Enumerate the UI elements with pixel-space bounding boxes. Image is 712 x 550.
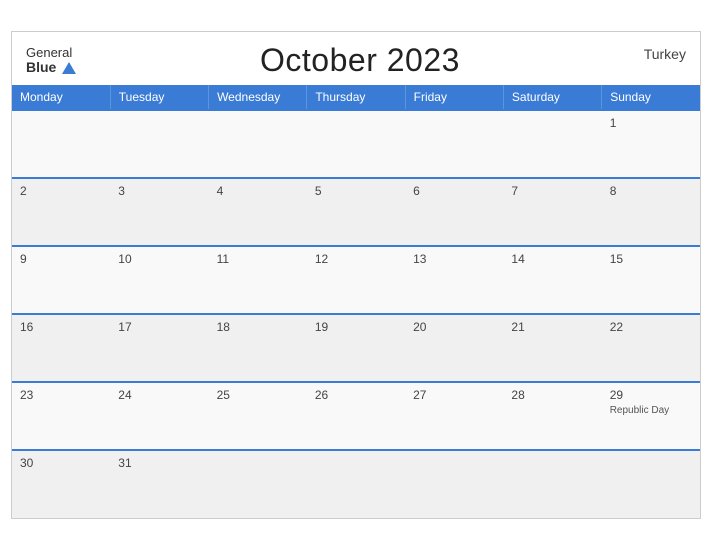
- calendar-week-row: 2 3 4 5 6 7 8: [12, 178, 700, 246]
- day-number: 25: [217, 388, 299, 402]
- calendar-day-cell: [503, 450, 601, 518]
- calendar-day-cell: [12, 110, 110, 178]
- day-number: 19: [315, 320, 397, 334]
- day-number: 1: [610, 116, 692, 130]
- calendar-day-cell: 5: [307, 178, 405, 246]
- brand-logo: General Blue: [26, 46, 76, 76]
- day-number: 15: [610, 252, 692, 266]
- calendar-week-row: 16 17 18 19 20 21 22: [12, 314, 700, 382]
- calendar-week-row: 23 24 25 26 27 28 29 Republic Day: [12, 382, 700, 450]
- day-number: 27: [413, 388, 495, 402]
- day-number: 29: [610, 388, 692, 402]
- calendar-day-cell: [602, 450, 700, 518]
- calendar-day-cell: 11: [209, 246, 307, 314]
- weekday-header-thursday: Thursday: [307, 85, 405, 110]
- calendar-day-cell: 26: [307, 382, 405, 450]
- calendar-day-cell: 8: [602, 178, 700, 246]
- weekday-header-sunday: Sunday: [602, 85, 700, 110]
- calendar-week-row: 1: [12, 110, 700, 178]
- calendar: General Blue October 2023 Turkey MondayT…: [11, 31, 701, 519]
- day-number: 5: [315, 184, 397, 198]
- calendar-day-cell: 22: [602, 314, 700, 382]
- brand-name-top: General: [26, 46, 76, 60]
- calendar-title: October 2023: [260, 42, 460, 79]
- calendar-day-cell: 15: [602, 246, 700, 314]
- calendar-day-cell: 18: [209, 314, 307, 382]
- country-label: Turkey: [644, 46, 686, 62]
- day-number: 3: [118, 184, 200, 198]
- day-number: 16: [20, 320, 102, 334]
- weekday-header-row: MondayTuesdayWednesdayThursdayFridaySatu…: [12, 85, 700, 110]
- weekday-header-monday: Monday: [12, 85, 110, 110]
- day-number: 11: [217, 252, 299, 266]
- calendar-day-cell: 14: [503, 246, 601, 314]
- weekday-header-saturday: Saturday: [503, 85, 601, 110]
- calendar-day-cell: [405, 110, 503, 178]
- day-number: 14: [511, 252, 593, 266]
- day-number: 21: [511, 320, 593, 334]
- calendar-day-cell: 10: [110, 246, 208, 314]
- day-number: 30: [20, 456, 102, 470]
- calendar-day-cell: 21: [503, 314, 601, 382]
- day-number: 28: [511, 388, 593, 402]
- day-number: 12: [315, 252, 397, 266]
- calendar-day-cell: [209, 110, 307, 178]
- calendar-day-cell: 16: [12, 314, 110, 382]
- calendar-day-cell: 27: [405, 382, 503, 450]
- day-number: 7: [511, 184, 593, 198]
- calendar-day-cell: [503, 110, 601, 178]
- weekday-header-friday: Friday: [405, 85, 503, 110]
- day-number: 24: [118, 388, 200, 402]
- brand-name-bottom: Blue: [26, 60, 76, 75]
- weekday-header-tuesday: Tuesday: [110, 85, 208, 110]
- calendar-day-cell: 23: [12, 382, 110, 450]
- calendar-week-row: 30 31: [12, 450, 700, 518]
- calendar-day-cell: 2: [12, 178, 110, 246]
- day-number: 26: [315, 388, 397, 402]
- calendar-day-cell: 6: [405, 178, 503, 246]
- day-number: 22: [610, 320, 692, 334]
- day-number: 8: [610, 184, 692, 198]
- brand-triangle-icon: [62, 62, 76, 74]
- day-number: 10: [118, 252, 200, 266]
- day-number: 4: [217, 184, 299, 198]
- calendar-day-cell: 12: [307, 246, 405, 314]
- day-event: Republic Day: [610, 405, 692, 416]
- day-number: 20: [413, 320, 495, 334]
- day-number: 31: [118, 456, 200, 470]
- calendar-day-cell: 31: [110, 450, 208, 518]
- calendar-day-cell: 13: [405, 246, 503, 314]
- day-number: 9: [20, 252, 102, 266]
- calendar-table: MondayTuesdayWednesdayThursdayFridaySatu…: [12, 85, 700, 518]
- calendar-day-cell: 17: [110, 314, 208, 382]
- calendar-week-row: 9 10 11 12 13 14 15: [12, 246, 700, 314]
- calendar-day-cell: 3: [110, 178, 208, 246]
- calendar-day-cell: [209, 450, 307, 518]
- day-number: 2: [20, 184, 102, 198]
- calendar-day-cell: 9: [12, 246, 110, 314]
- calendar-day-cell: 7: [503, 178, 601, 246]
- calendar-day-cell: [307, 450, 405, 518]
- calendar-day-cell: 19: [307, 314, 405, 382]
- calendar-day-cell: 1: [602, 110, 700, 178]
- calendar-day-cell: 4: [209, 178, 307, 246]
- calendar-day-cell: 29 Republic Day: [602, 382, 700, 450]
- day-number: 18: [217, 320, 299, 334]
- calendar-day-cell: [307, 110, 405, 178]
- calendar-day-cell: 28: [503, 382, 601, 450]
- calendar-day-cell: 24: [110, 382, 208, 450]
- calendar-day-cell: 20: [405, 314, 503, 382]
- day-number: 6: [413, 184, 495, 198]
- calendar-day-cell: 25: [209, 382, 307, 450]
- day-number: 13: [413, 252, 495, 266]
- calendar-day-cell: 30: [12, 450, 110, 518]
- calendar-day-cell: [110, 110, 208, 178]
- weekday-header-wednesday: Wednesday: [209, 85, 307, 110]
- day-number: 17: [118, 320, 200, 334]
- calendar-header: General Blue October 2023 Turkey: [12, 32, 700, 85]
- day-number: 23: [20, 388, 102, 402]
- calendar-day-cell: [405, 450, 503, 518]
